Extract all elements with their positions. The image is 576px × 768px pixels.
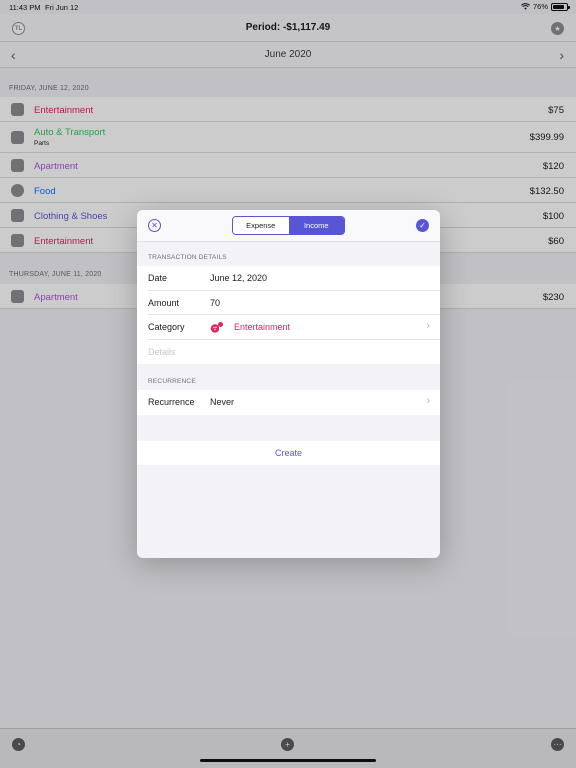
- date-row[interactable]: Date June 12, 2020: [148, 266, 440, 291]
- details-row[interactable]: Details: [148, 340, 440, 365]
- chevron-right-icon: ›: [426, 395, 430, 407]
- details-group: Date June 12, 2020 Amount 70 Category En…: [137, 266, 440, 364]
- recurrence-group: Recurrence Never ›: [137, 390, 440, 415]
- modal-header: ✕ Expense Income ✓: [137, 210, 440, 242]
- checkmark-icon[interactable]: ✓: [416, 219, 429, 232]
- entertainment-icon: [210, 322, 223, 333]
- close-icon[interactable]: ✕: [148, 219, 161, 232]
- date-value: June 12, 2020: [210, 273, 268, 283]
- chevron-right-icon: ›: [426, 320, 430, 332]
- recurrence-section-header: RECURRENCE: [148, 378, 196, 385]
- details-section-header: TRANSACTION DETAILS: [148, 254, 227, 261]
- details-field[interactable]: Details: [148, 347, 176, 357]
- amount-label: Amount: [148, 297, 180, 308]
- amount-field[interactable]: 70: [210, 298, 220, 308]
- category-row[interactable]: Category Entertainment ›: [148, 315, 440, 340]
- recurrence-label: Recurrence: [148, 397, 195, 407]
- create-button[interactable]: Create: [137, 441, 440, 465]
- recurrence-row[interactable]: Recurrence Never ›: [148, 390, 440, 415]
- segment-income[interactable]: Income: [288, 217, 344, 234]
- amount-row[interactable]: Amount 70: [148, 291, 440, 315]
- recurrence-value: Never: [210, 397, 235, 407]
- date-label: Date: [148, 273, 168, 283]
- type-segmented-control: Expense Income: [232, 216, 345, 235]
- new-transaction-modal: ✕ Expense Income ✓ TRANSACTION DETAILS D…: [137, 210, 440, 558]
- segment-expense[interactable]: Expense: [233, 217, 289, 234]
- category-label: Category: [148, 322, 185, 332]
- category-value: Entertainment: [234, 322, 291, 332]
